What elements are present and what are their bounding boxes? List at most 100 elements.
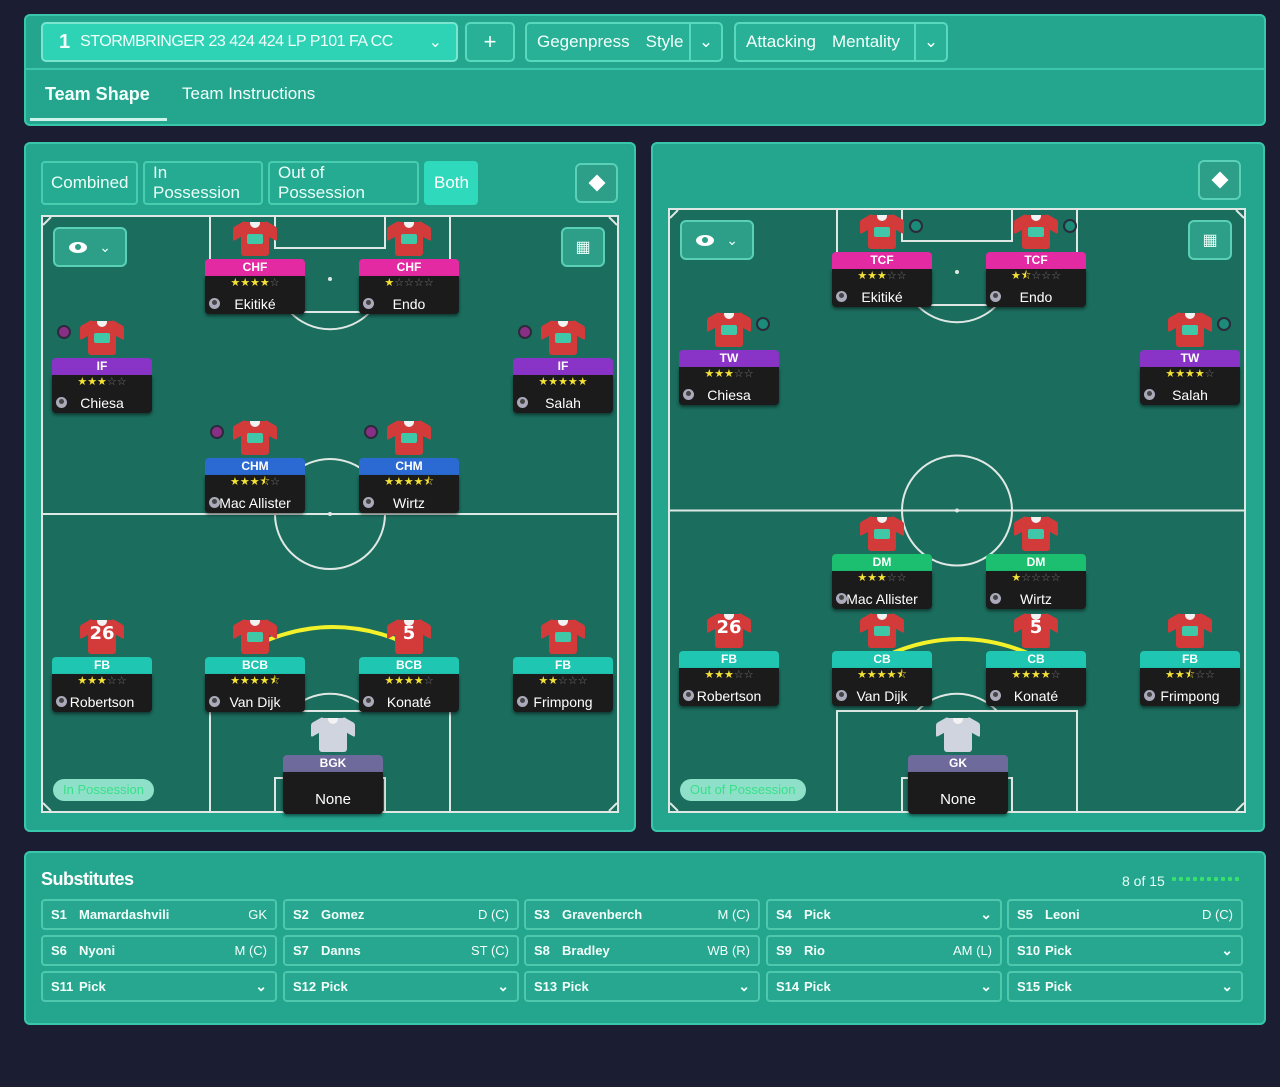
sub-position: WB (R) <box>707 943 750 958</box>
shirt-number: 26 <box>89 623 115 644</box>
player-name: Endo <box>1019 289 1053 305</box>
player-name: None <box>940 791 976 808</box>
shirt-icon <box>1168 611 1212 649</box>
player-card[interactable]: CHM ★★★⯪☆ Mac Allister <box>205 419 305 513</box>
substitute-slot[interactable]: S12 Pick ⌄ <box>283 971 519 1002</box>
player-card[interactable]: DM ★★★☆☆ Mac Allister <box>832 515 932 609</box>
sub-name: Pick <box>79 979 106 994</box>
substitutes-dots <box>1172 877 1239 881</box>
substitute-slot[interactable]: S8 Bradley WB (R) <box>524 935 760 966</box>
view-combined[interactable]: Combined <box>41 161 138 205</box>
sub-code: S4 <box>776 907 792 922</box>
shirt-icon <box>387 219 431 257</box>
player-card[interactable]: TCF ★★★☆☆ Ekitiké <box>832 213 932 307</box>
player-name: Wirtz <box>1020 591 1052 607</box>
mentality-name: Attacking <box>746 32 816 51</box>
add-tactic-button[interactable]: + <box>465 22 515 62</box>
shirt-icon <box>860 514 904 552</box>
substitute-slot[interactable]: S11 Pick ⌄ <box>41 971 277 1002</box>
role-label: CHF <box>359 259 459 276</box>
shirt-icon: 5 <box>1014 611 1058 649</box>
crest-icon <box>555 632 571 642</box>
style-selector[interactable]: Gegenpress Style ⌄ <box>525 22 723 62</box>
player-card[interactable]: BCB ★★★★⯪ Van Dijk <box>205 618 305 712</box>
view-out-of-possession[interactable]: Out of Possession <box>268 161 419 205</box>
instruction-indicator-icon <box>57 325 71 339</box>
sub-name: Gravenberch <box>562 907 643 922</box>
shirt-number: 5 <box>1029 617 1043 638</box>
pitch-in-possession: ⌄ ▦ In Possession CHF ★★★★☆ Ekitiké CHF … <box>41 215 619 814</box>
sub-name: Rio <box>804 943 825 958</box>
tactic-selector[interactable]: 1 STORMBRINGER 23 424 424 LP P101 FA CC … <box>41 22 458 62</box>
substitute-slot[interactable]: S9 Rio AM (L) <box>766 935 1002 966</box>
role-stars: ★★☆☆☆ <box>538 674 588 687</box>
substitute-slot[interactable]: S3 Gravenberch M (C) <box>524 899 760 930</box>
slot-dot <box>1235 877 1239 881</box>
view-in-possession[interactable]: In Possession <box>143 161 263 205</box>
diamond-icon[interactable] <box>1198 160 1241 200</box>
role-label: CHM <box>205 458 305 475</box>
sub-name: Bradley <box>562 943 610 958</box>
player-card[interactable]: CHM ★★★★⯪ Wirtz <box>359 419 459 513</box>
shirt-icon: 26 <box>80 617 124 655</box>
player-name: Robertson <box>696 688 762 704</box>
player-card[interactable]: CHF ★☆☆☆☆ Endo <box>359 220 459 314</box>
player-card[interactable]: FB ★★☆☆☆ Frimpong <box>513 618 613 712</box>
substitute-slot[interactable]: S1 Mamardashvili GK <box>41 899 277 930</box>
pitch-out-of-possession: ⌄ ▦ Out of Possession TCF ★★★☆☆ Ekitiké … <box>668 208 1246 814</box>
crest-icon <box>1028 529 1044 539</box>
substitutes-count: 8 of 15 <box>1122 873 1165 889</box>
player-card[interactable]: 5 CB ★★★★☆ Konaté <box>986 612 1086 706</box>
player-card[interactable]: IF ★★★☆☆ Chiesa <box>52 319 152 413</box>
player-card[interactable]: FB ★★⯪☆☆ Frimpong <box>1140 612 1240 706</box>
substitute-slot[interactable]: S15 Pick ⌄ <box>1007 971 1243 1002</box>
substitute-slot[interactable]: S7 Danns ST (C) <box>283 935 519 966</box>
diamond-icon[interactable] <box>575 163 618 203</box>
substitute-slot[interactable]: S13 Pick ⌄ <box>524 971 760 1002</box>
instruction-indicator-icon <box>756 317 770 331</box>
player-card[interactable]: BGK None <box>283 716 383 814</box>
sub-code: S6 <box>51 943 67 958</box>
view-both[interactable]: Both <box>424 161 478 205</box>
sub-position: AM (L) <box>953 943 992 958</box>
player-card[interactable]: DM ★☆☆☆☆ Wirtz <box>986 515 1086 609</box>
sub-name: Gomez <box>321 907 365 922</box>
player-card[interactable]: CHF ★★★★☆ Ekitiké <box>205 220 305 314</box>
player-card[interactable]: 26 FB ★★★☆☆ Robertson <box>679 612 779 706</box>
shirt-icon <box>233 219 277 257</box>
player-name: Van Dijk <box>229 694 281 710</box>
player-name: Konaté <box>386 694 432 710</box>
player-card[interactable]: TW ★★★★☆ Salah <box>1140 311 1240 405</box>
substitute-slot[interactable]: S5 Leoni D (C) <box>1007 899 1243 930</box>
shirt-icon <box>1014 212 1058 250</box>
role-stars: ★★★☆☆ <box>857 269 907 282</box>
player-name: Salah <box>545 395 581 411</box>
role-label: BCB <box>205 657 305 674</box>
player-card[interactable]: 26 FB ★★★☆☆ Robertson <box>52 618 152 712</box>
substitute-slot[interactable]: S2 Gomez D (C) <box>283 899 519 930</box>
substitute-slot[interactable]: S6 Nyoni M (C) <box>41 935 277 966</box>
sub-name: Pick <box>321 979 348 994</box>
mentality-selector[interactable]: Attacking Mentality ⌄ <box>734 22 948 62</box>
player-card[interactable]: 5 BCB ★★★★☆ Konaté <box>359 618 459 712</box>
player-card[interactable]: TCF ★⯪☆☆☆ Endo <box>986 213 1086 307</box>
tab-team-shape[interactable]: Team Shape <box>45 84 150 105</box>
chevron-down-icon: ⌄ <box>255 978 267 994</box>
style-name: Gegenpress <box>537 32 630 51</box>
crest-icon <box>247 433 263 443</box>
chevron-down-icon: ⌄ <box>738 978 750 994</box>
player-card[interactable]: IF ★★★★★ Salah <box>513 319 613 413</box>
sub-name: Nyoni <box>79 943 116 958</box>
player-card[interactable]: CB ★★★★⯪ Van Dijk <box>832 612 932 706</box>
sub-position: GK <box>248 907 267 922</box>
mentality-label: Mentality <box>831 32 900 51</box>
tab-team-instructions[interactable]: Team Instructions <box>182 84 315 104</box>
player-card[interactable]: GK None <box>908 716 1008 814</box>
instruction-indicator-icon <box>210 425 224 439</box>
shirt-icon <box>311 715 355 753</box>
substitute-slot[interactable]: S4 Pick ⌄ <box>766 899 1002 930</box>
shirt-icon <box>1014 514 1058 552</box>
substitute-slot[interactable]: S14 Pick ⌄ <box>766 971 1002 1002</box>
substitute-slot[interactable]: S10 Pick ⌄ <box>1007 935 1243 966</box>
player-card[interactable]: TW ★★★☆☆ Chiesa <box>679 311 779 405</box>
